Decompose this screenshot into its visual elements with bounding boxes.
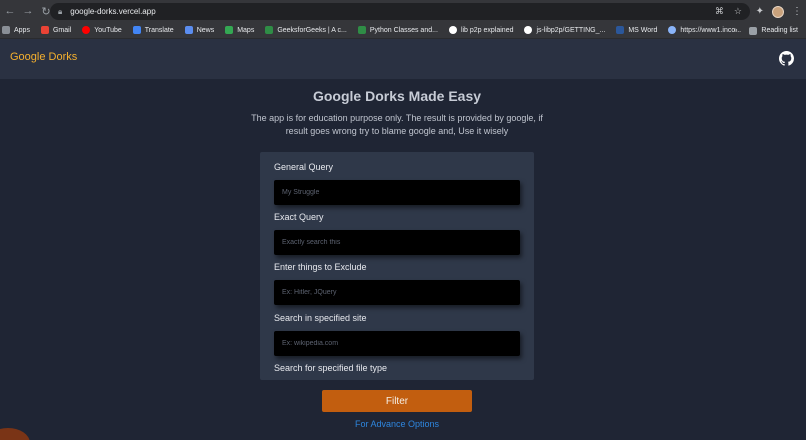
brand-logo-text[interactable]: Google Dorks xyxy=(10,51,77,63)
lock-icon: 🔒︎ xyxy=(58,6,63,16)
bookmark-ms-word[interactable]: MS Word xyxy=(616,26,657,34)
bookmark-star-icon[interactable]: ☆ xyxy=(734,6,742,17)
youtube-icon xyxy=(82,26,91,34)
exclude-input[interactable] xyxy=(282,289,520,296)
bookmark-inco[interactable]: https://www1.inco... xyxy=(668,26,741,34)
address-bar[interactable]: 🔒︎ google-dorks.vercel.app ⌘ ☆ xyxy=(50,3,750,20)
bookmarks-bar: Apps Gmail YouTube Translate News Maps G… xyxy=(0,22,806,39)
apps-grid-icon xyxy=(2,26,10,34)
geeksforgeeks-icon xyxy=(265,26,274,34)
video-icon xyxy=(448,26,457,34)
site-field[interactable] xyxy=(274,331,520,356)
filter-button[interactable]: Filter xyxy=(322,390,472,412)
exclude-label: Enter things to Exclude xyxy=(274,262,367,272)
forward-icon[interactable]: → xyxy=(20,3,36,19)
bookmark-libp2p[interactable]: lib p2p explained xyxy=(448,26,513,34)
word-icon xyxy=(616,26,625,34)
bookmark-js-libp2p[interactable]: js-libp2p/GETTING_... xyxy=(524,26,605,34)
exact-query-input[interactable] xyxy=(282,239,520,246)
news-icon xyxy=(184,26,193,34)
bookmark-gmail[interactable]: Gmail xyxy=(40,26,71,34)
bookmark-geeksforgeeks[interactable]: GeeksforGeeks | A c... xyxy=(265,26,347,34)
filetype-label: Search for specified file type xyxy=(274,363,388,373)
reading-list-button[interactable]: Reading list xyxy=(749,26,798,35)
bookmark-translate[interactable]: Translate xyxy=(132,26,174,34)
back-icon[interactable]: ← xyxy=(2,3,18,19)
maps-icon xyxy=(225,26,234,34)
geeksforgeeks-icon xyxy=(357,26,366,34)
bookmark-maps[interactable]: Maps xyxy=(225,26,254,34)
app-header: Google Dorks xyxy=(0,39,806,79)
general-query-field[interactable] xyxy=(274,180,520,205)
decorative-blob xyxy=(0,428,30,440)
general-query-input[interactable] xyxy=(282,189,520,196)
site-label: Search in specified site xyxy=(274,313,367,323)
more-bookmarks-icon[interactable]: » xyxy=(734,27,738,34)
profile-avatar[interactable] xyxy=(772,5,784,18)
menu-kebab-icon[interactable]: ⋮ xyxy=(792,6,802,17)
browser-toolbar: ← → ↻ 🔒︎ google-dorks.vercel.app ⌘ ☆ ✦ ⋮ xyxy=(0,0,806,22)
page-subtitle: The app is for education purpose only. T… xyxy=(251,113,543,136)
bookmark-python-classes[interactable]: Python Classes and... xyxy=(357,26,438,34)
bookmark-apps[interactable]: Apps xyxy=(2,26,30,34)
reading-list-icon xyxy=(749,26,758,35)
general-query-label: General Query xyxy=(274,162,334,172)
page-title: Google Dorks Made Easy xyxy=(312,88,482,104)
translate-icon xyxy=(132,26,141,34)
extensions-icon[interactable]: ✦ xyxy=(756,6,764,17)
site-input[interactable] xyxy=(282,340,520,347)
exclude-field[interactable] xyxy=(274,280,520,305)
advance-options-link[interactable]: For Advance Options xyxy=(0,419,794,429)
dork-form: General Query Exact Query Enter things t… xyxy=(260,152,534,380)
url-text: google-dorks.vercel.app xyxy=(70,7,156,16)
exact-query-field[interactable] xyxy=(274,230,520,255)
gmail-icon xyxy=(40,26,49,34)
bookmark-news[interactable]: News xyxy=(184,26,214,34)
github-icon xyxy=(524,26,533,34)
qr-code-icon[interactable]: ⌘ xyxy=(715,6,724,17)
exact-query-label: Exact Query xyxy=(274,212,324,222)
github-icon[interactable] xyxy=(779,51,794,66)
globe-icon xyxy=(668,26,677,34)
bookmark-youtube[interactable]: YouTube xyxy=(82,26,122,34)
